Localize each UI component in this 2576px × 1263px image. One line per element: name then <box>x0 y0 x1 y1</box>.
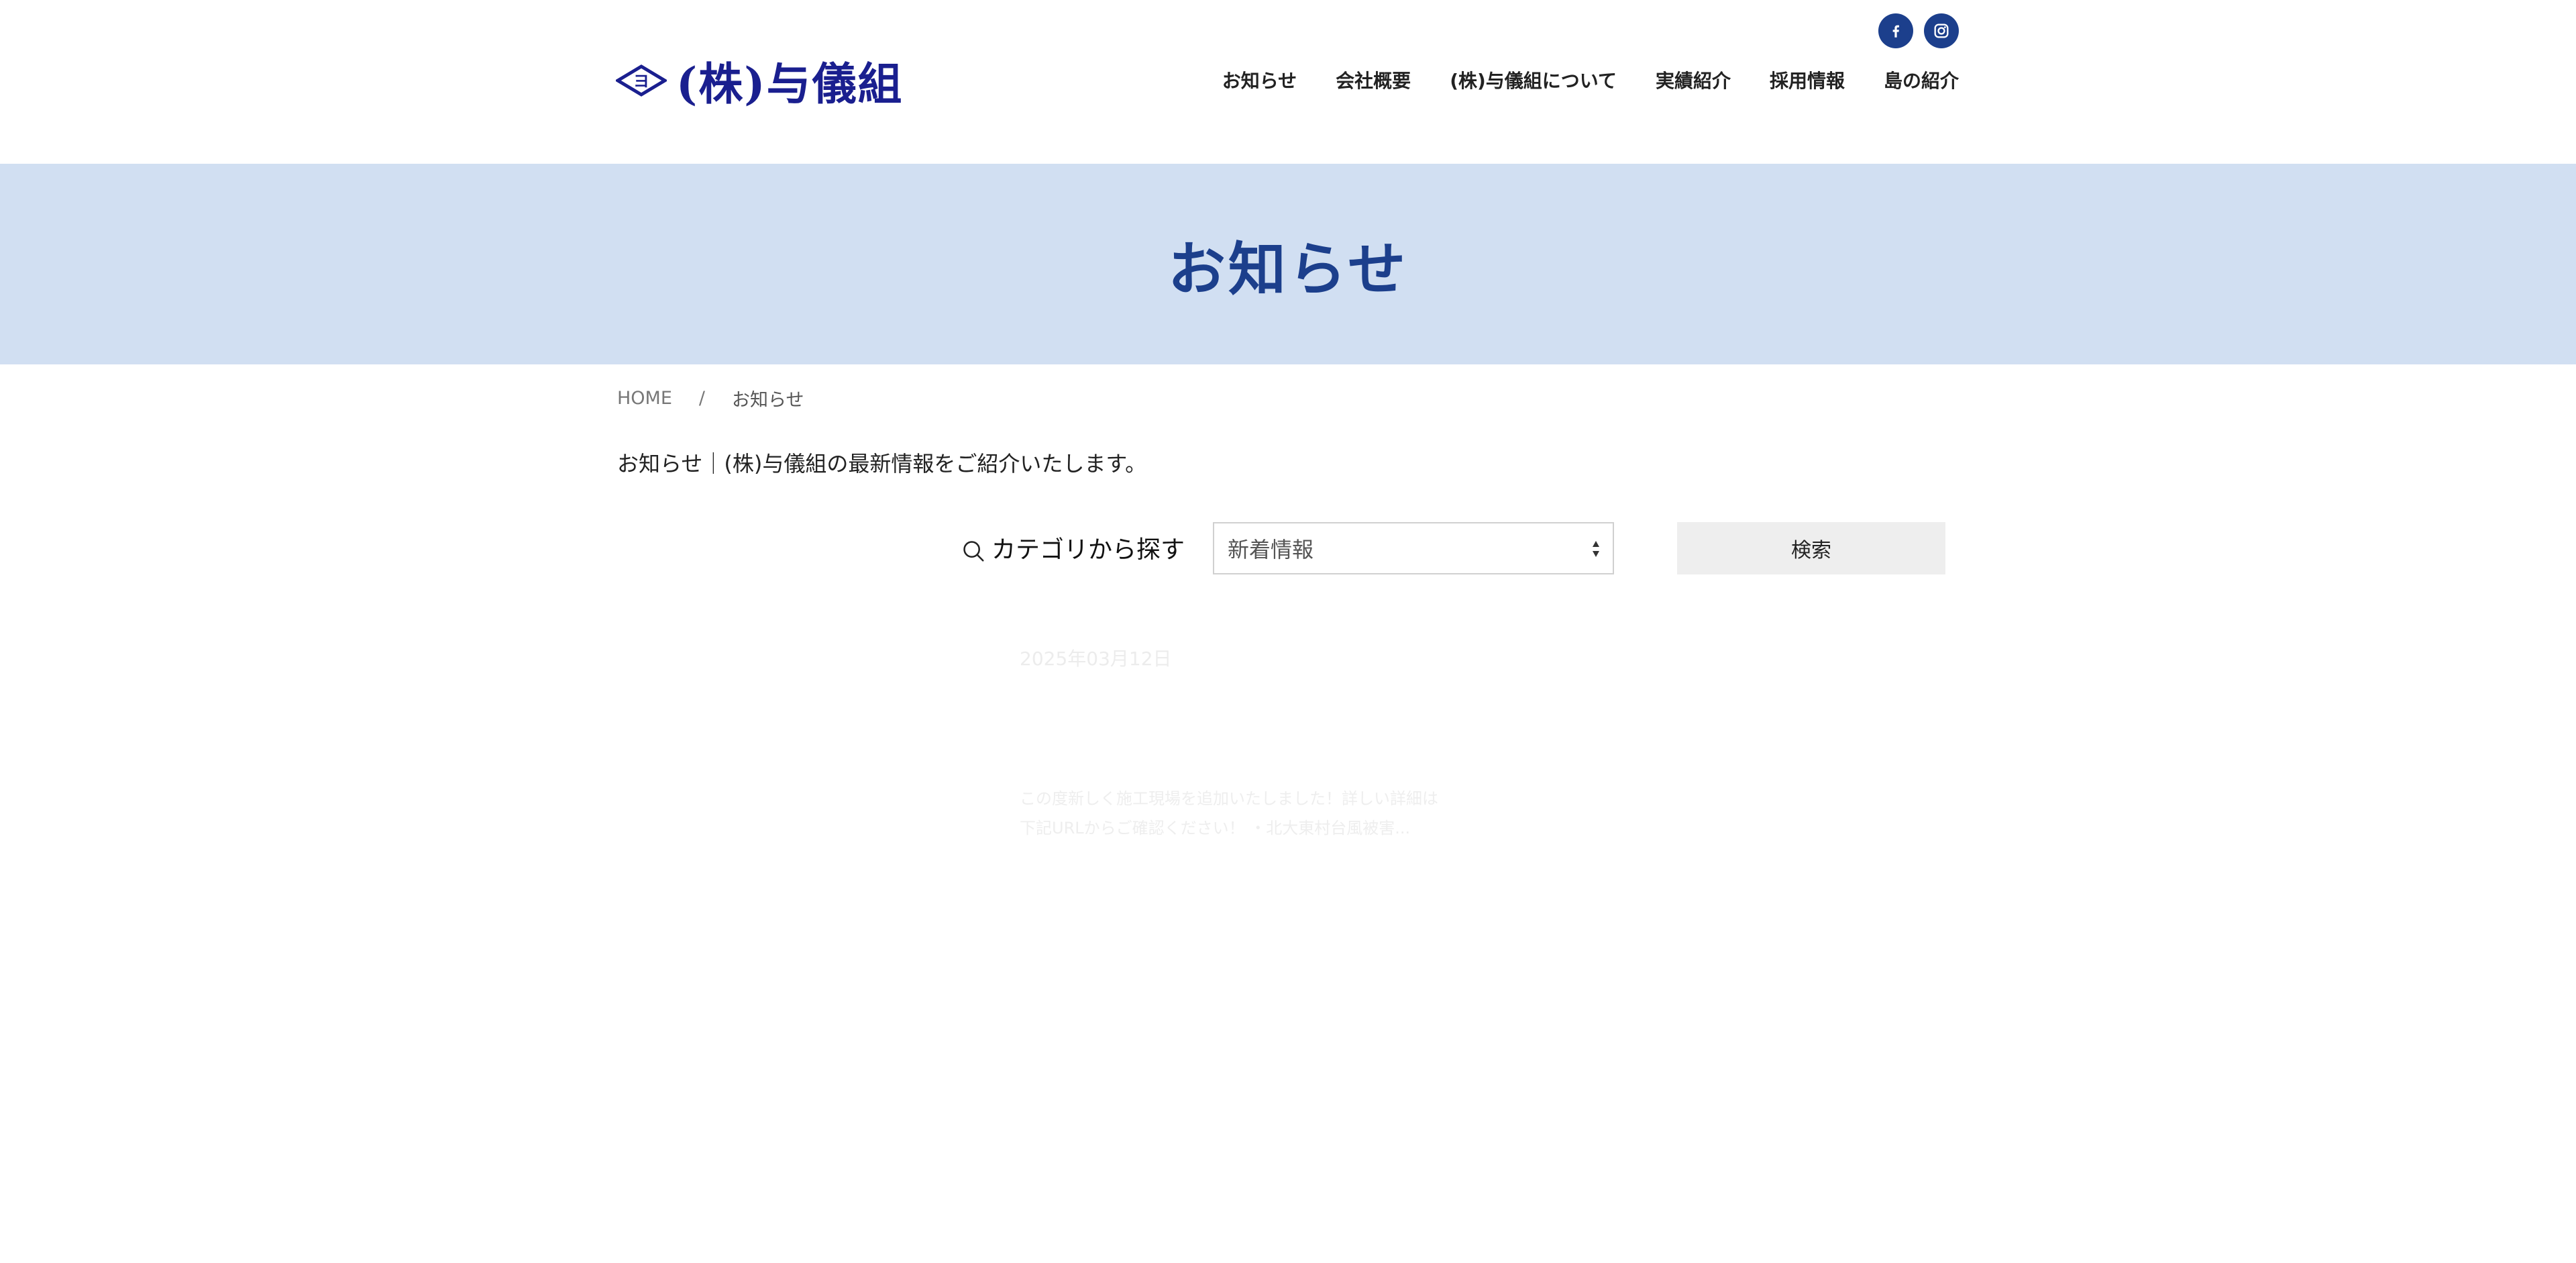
instagram-button[interactable] <box>1924 13 1959 48</box>
post-date: 2025年03月12日 <box>1020 648 1172 670</box>
main-nav: お知らせ 会社概要 (株)与儀組について 実績紹介 採用情報 島の紹介 <box>1222 66 1959 97</box>
category-search-label-text: カテゴリから探す <box>991 536 1185 564</box>
post-excerpt: この度新しく施工現場を追加いたしました！詳しい詳細は 下記URLからご確認くださ… <box>1020 784 1489 843</box>
post-excerpt-line: この度新しく施工現場を追加いたしました！詳しい詳細は <box>1020 789 1438 808</box>
breadcrumb: HOME / お知らせ <box>617 385 804 411</box>
category-select-value: 新着情報 <box>1228 537 1314 562</box>
page-intro-text: お知らせ｜(株)与儀組の最新情報をご紹介いたします。 <box>617 451 1147 476</box>
nav-item-news[interactable]: お知らせ <box>1222 66 1297 97</box>
category-select[interactable]: 新着情報 <box>1213 522 1614 574</box>
page-title: お知らせ <box>1167 236 1409 303</box>
logo-text: (株)与儀組 <box>676 58 904 110</box>
instagram-icon <box>1934 23 1949 38</box>
site-header: ヨ (株)与儀組 お知らせ 会社概要 (株)与儀組について 実績紹介 採用情報 … <box>0 0 2576 164</box>
nav-item-island[interactable]: 島の紹介 <box>1884 66 1959 97</box>
post-card[interactable]: 2025年03月12日 この度新しく施工現場を追加いたしました！詳しい詳細は 下… <box>1020 644 1489 843</box>
post-excerpt-line: 下記URLからご確認ください！ ・北大東村台風被害... <box>1020 819 1411 838</box>
nav-item-recruit[interactable]: 採用情報 <box>1770 66 1845 97</box>
category-search-label: カテゴリから探す <box>961 530 1185 565</box>
site-logo[interactable]: ヨ (株)与儀組 <box>616 54 903 110</box>
breadcrumb-separator: / <box>698 388 706 409</box>
nav-item-company[interactable]: 会社概要 <box>1336 66 1411 97</box>
social-links <box>1878 13 1959 48</box>
breadcrumb-home-link[interactable]: HOME <box>617 388 672 409</box>
logo-mark-icon: ヨ <box>616 64 667 97</box>
breadcrumb-current: お知らせ <box>732 390 804 411</box>
nav-item-works[interactable]: 実績紹介 <box>1656 66 1731 97</box>
logo-mark-letter: ヨ <box>633 72 649 91</box>
search-button[interactable]: 検索 <box>1677 522 1945 574</box>
facebook-icon <box>1892 25 1899 38</box>
search-icon <box>963 541 984 562</box>
page-banner: お知らせ <box>0 164 2576 364</box>
facebook-button[interactable] <box>1878 13 1913 48</box>
select-arrows-icon <box>1593 541 1599 557</box>
nav-item-about[interactable]: (株)与儀組について <box>1450 66 1617 97</box>
